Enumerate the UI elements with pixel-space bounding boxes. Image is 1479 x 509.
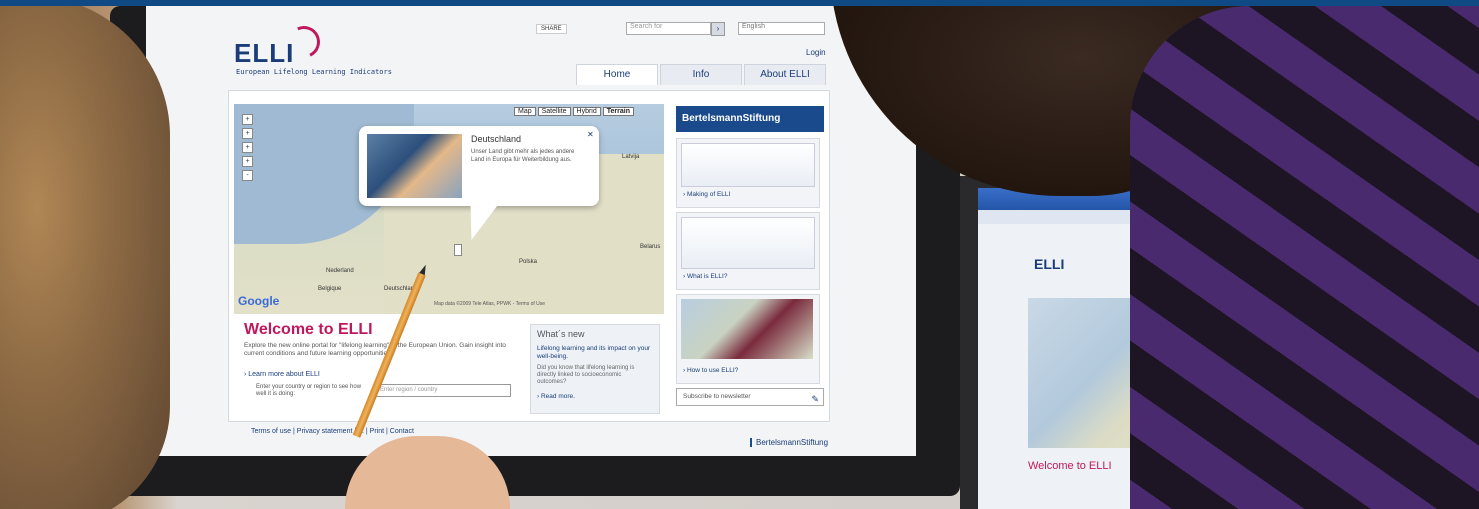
sidebar-card-what-is[interactable]: › What is ELLI?: [676, 212, 820, 290]
map-label-polska: Polska: [519, 259, 538, 265]
popup-title: Deutschland: [471, 134, 522, 144]
person-right-striped-scarf: [1130, 6, 1479, 509]
learn-more-link[interactable]: › Learn more about ELLI: [244, 371, 320, 378]
main-monitor-screen: ELLI European Lifelong Learning Indicato…: [146, 6, 916, 456]
sidebar-card-label[interactable]: › What is ELLI?: [683, 273, 727, 280]
google-logo: Google: [238, 294, 280, 308]
welcome-text: Explore the new online portal for "lifel…: [244, 342, 506, 357]
bertelsmann-brand[interactable]: BertelsmannStiftung: [676, 106, 824, 132]
photo-scene: ELLI European Lifelong Learning Indicato…: [0, 6, 1479, 509]
welcome-title: Welcome to ELLI: [244, 321, 373, 338]
pencil-icon[interactable]: ✎: [811, 391, 819, 407]
map-type-hybrid-button[interactable]: Hybrid: [572, 107, 601, 116]
popup-photo: [367, 134, 462, 198]
zoom-control-4[interactable]: +: [242, 156, 253, 167]
newsletter-subscribe[interactable]: Subscribe to newsletter ✎: [676, 388, 824, 406]
region-label: Enter your country or region to see how …: [256, 384, 362, 397]
europe-map[interactable]: + + + + - Map Satellite Hybrid Terrain D…: [234, 104, 664, 314]
popup-text: Unser Land gibt mehr als jedes andere La…: [471, 149, 575, 163]
elli-logo[interactable]: ELLI: [234, 38, 294, 69]
how-to-use-map: [681, 299, 813, 359]
search-submit-button[interactable]: ›: [711, 22, 725, 36]
login-link[interactable]: Login: [806, 48, 826, 57]
footer-brand: BertelsmannStiftung: [750, 438, 828, 447]
close-icon[interactable]: ✕: [587, 130, 594, 139]
elli-web-page: ELLI European Lifelong Learning Indicato…: [146, 6, 916, 456]
sidebar: BertelsmannStiftung › Making of ELLI › W…: [676, 106, 824, 406]
map-label-belarus: Belarus: [640, 244, 661, 250]
share-button[interactable]: SHARE: [536, 24, 567, 34]
sidebar-card-making-of[interactable]: › Making of ELLI: [676, 138, 820, 208]
tab-home[interactable]: Home: [576, 64, 658, 85]
zoom-control-2[interactable]: +: [242, 128, 253, 139]
map-info-popup: Deutschland Unser Land gibt mehr als jed…: [359, 126, 599, 206]
whats-new-title: What´s new: [537, 329, 585, 339]
newsletter-label: Subscribe to newsletter: [683, 393, 751, 400]
whats-new-headline[interactable]: Lifelong learning and its impact on your…: [537, 345, 652, 361]
sidebar-card-label[interactable]: › Making of ELLI: [683, 191, 730, 198]
whats-new-body: Did you know that lifelong learning is d…: [537, 365, 635, 385]
map-type-buttons: Map Satellite Hybrid Terrain: [514, 107, 634, 116]
map-copyright: Map data ©2009 Tele Atlas, PPWK - Terms …: [434, 301, 546, 307]
tagline: European Lifelong Learning Indicators: [236, 68, 392, 76]
map-label-belgique: Belgique: [318, 286, 342, 292]
whats-new-box: What´s new Lifelong learning and its imp…: [530, 324, 660, 414]
map-marker-icon[interactable]: [454, 244, 462, 256]
zoom-control-3[interactable]: +: [242, 142, 253, 153]
sidebar-card-label[interactable]: › How to use ELLI?: [683, 367, 738, 374]
person-right: [830, 6, 1479, 509]
language-select[interactable]: English: [738, 22, 825, 35]
map-type-terrain-button[interactable]: Terrain: [602, 107, 634, 116]
map-type-satellite-button[interactable]: Satellite: [537, 107, 571, 116]
sidebar-card-how-to-use[interactable]: › How to use ELLI?: [676, 294, 820, 384]
map-label-nederland: Nederland: [326, 268, 354, 274]
map-type-map-button[interactable]: Map: [514, 107, 536, 116]
search-input[interactable]: Search for: [626, 22, 711, 35]
map-label-latvija: Latvija: [622, 154, 640, 160]
what-is-diagram: [681, 217, 815, 269]
zoom-out-button[interactable]: -: [242, 170, 253, 181]
region-select[interactable]: Enter region / country: [376, 384, 511, 397]
person-left-hair: [0, 6, 170, 509]
making-of-illustration: [681, 143, 815, 187]
zoom-control-1[interactable]: +: [242, 114, 253, 125]
tab-about-elli[interactable]: About ELLI: [744, 64, 826, 85]
read-more-link[interactable]: › Read more.: [537, 393, 575, 400]
footer-links[interactable]: Terms of use | Privacy statement | ... |…: [251, 428, 414, 435]
tab-info[interactable]: Info: [660, 64, 742, 85]
map-zoom-controls: + + + + -: [242, 114, 253, 184]
